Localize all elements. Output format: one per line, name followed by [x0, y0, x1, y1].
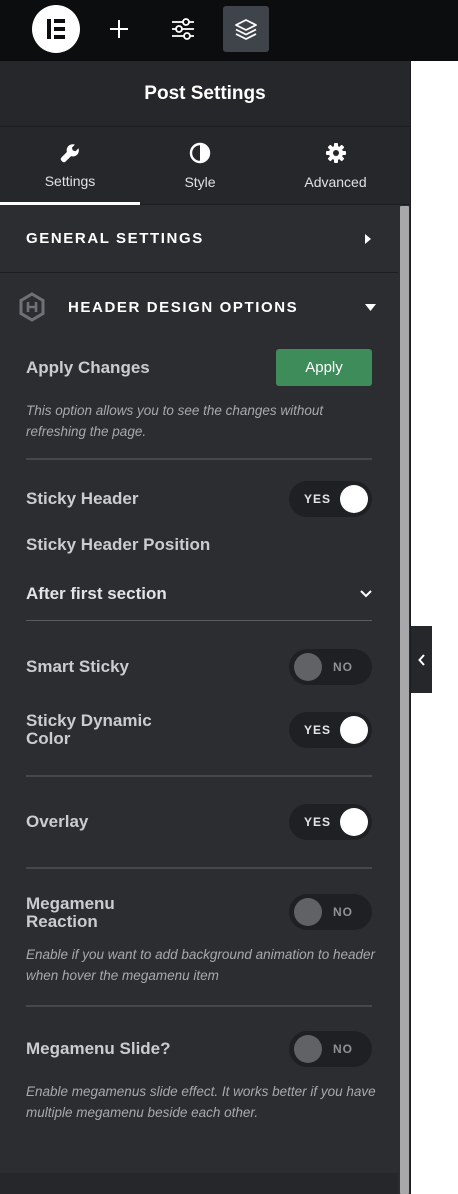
panel-scrollbar[interactable] — [400, 206, 409, 1194]
caret-down-icon — [365, 303, 376, 311]
site-settings-button[interactable] — [160, 6, 206, 52]
tab-settings[interactable]: Settings — [0, 127, 140, 205]
smart-sticky-label: Smart Sticky — [26, 657, 129, 676]
toggle-knob — [294, 1035, 322, 1063]
tab-settings-label: Settings — [44, 172, 96, 189]
select-underline — [26, 620, 372, 621]
contrast-icon — [189, 142, 211, 163]
caret-right-icon — [365, 233, 371, 244]
apply-changes-label: Apply Changes — [26, 358, 150, 377]
sticky-header-label: Sticky Header — [26, 489, 139, 508]
toggle-text: YES — [304, 723, 332, 737]
sticky-dynamic-color-toggle[interactable]: YES — [289, 712, 372, 748]
toggle-text: YES — [304, 815, 332, 829]
overlay-toggle[interactable]: YES — [289, 804, 372, 840]
label-line-1: Megamenu — [26, 894, 115, 913]
toggle-knob — [340, 485, 368, 513]
megamenu-reaction-label: Megamenu Reaction — [26, 895, 115, 931]
layers-icon — [235, 19, 257, 40]
sticky-header-toggle[interactable]: YES — [289, 481, 372, 517]
toggle-text: YES — [304, 492, 332, 506]
sticky-position-select[interactable]: After first section — [26, 584, 372, 603]
toggle-knob — [294, 898, 322, 926]
chevron-left-icon — [417, 653, 425, 666]
divider — [26, 775, 372, 777]
smart-sticky-control: Smart Sticky NO — [26, 649, 372, 685]
megamenu-slide-description: Enable megamenus slide effect. It works … — [26, 1084, 376, 1120]
tab-style-label: Style — [184, 173, 216, 190]
sticky-header-control: Sticky Header YES — [26, 481, 372, 517]
smart-sticky-toggle[interactable]: NO — [289, 649, 372, 685]
sliders-icon — [172, 18, 194, 40]
general-settings-title: GENERAL SETTINGS — [26, 230, 204, 247]
divider — [26, 1005, 372, 1007]
panel-title: Post Settings — [144, 82, 266, 104]
megamenu-reaction-control: Megamenu Reaction NO — [26, 894, 372, 931]
megamenu-slide-control: Megamenu Slide? NO — [26, 1031, 372, 1067]
panel-header: Post Settings — [0, 61, 410, 127]
apply-button[interactable]: Apply — [276, 349, 372, 386]
plus-icon — [110, 20, 128, 38]
divider — [26, 458, 372, 460]
apply-description: This option allows you to see the change… — [26, 403, 324, 439]
megamenu-reaction-toggle[interactable]: NO — [289, 894, 372, 930]
gear-icon — [325, 142, 346, 163]
sticky-dynamic-color-control: Sticky Dynamic Color YES — [26, 712, 372, 748]
divider — [26, 867, 372, 869]
megamenu-slide-label: Megamenu Slide? — [26, 1039, 171, 1058]
tab-advanced[interactable]: Advanced — [260, 127, 410, 204]
label-line-2: Color — [26, 729, 71, 748]
toggle-knob — [340, 716, 368, 744]
top-toolbar — [0, 0, 458, 61]
add-element-button[interactable] — [96, 6, 142, 52]
label-line-2: Reaction — [26, 912, 98, 931]
toggle-knob — [294, 653, 322, 681]
tab-advanced-label: Advanced — [304, 173, 367, 190]
chevron-down-icon — [360, 590, 372, 598]
label-line-1: Sticky Dynamic — [26, 711, 152, 730]
overlay-control: Overlay YES — [26, 804, 372, 840]
toggle-text: NO — [333, 660, 353, 674]
panel-footer-strip — [0, 1173, 398, 1194]
toggle-knob — [340, 808, 368, 836]
settings-panel: Post Settings Settings Style Advanced GE… — [0, 61, 411, 1194]
header-design-section: HEADER DESIGN OPTIONS Apply Changes Appl… — [0, 273, 398, 1123]
sticky-position-label: Sticky Header Position — [26, 535, 211, 554]
wrench-icon — [60, 143, 79, 162]
sticky-dynamic-color-label: Sticky Dynamic Color — [26, 712, 152, 748]
overlay-label: Overlay — [26, 812, 89, 831]
toggle-text: NO — [333, 1042, 353, 1056]
structure-button[interactable] — [223, 6, 269, 52]
header-design-toggle[interactable]: HEADER DESIGN OPTIONS — [0, 273, 398, 341]
sticky-position-value: After first section — [26, 584, 167, 603]
apply-changes-control: Apply Changes Apply — [26, 341, 372, 387]
megamenu-reaction-description: Enable if you want to add background ani… — [26, 947, 375, 983]
elementor-logo-icon[interactable] — [32, 5, 80, 53]
panel-tabs: Settings Style Advanced — [0, 127, 410, 205]
collapse-panel-button[interactable] — [411, 626, 432, 693]
megamenu-slide-toggle[interactable]: NO — [289, 1031, 372, 1067]
hexagon-logo-icon — [19, 292, 45, 322]
tab-style[interactable]: Style — [140, 127, 260, 204]
header-design-title: HEADER DESIGN OPTIONS — [68, 298, 299, 316]
toggle-text: NO — [333, 905, 353, 919]
general-settings-section[interactable]: GENERAL SETTINGS — [0, 205, 398, 273]
